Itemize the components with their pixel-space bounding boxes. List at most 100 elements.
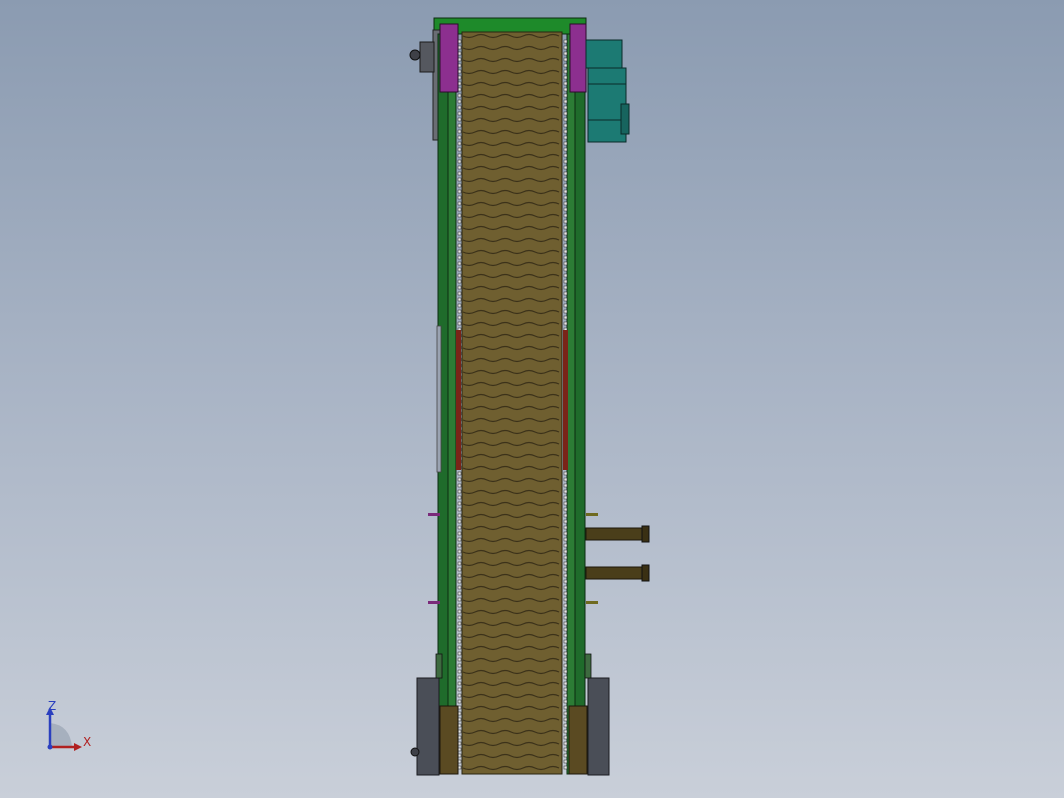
- chain-link: [457, 303, 462, 308]
- chain-link: [457, 699, 462, 704]
- support-rod-upper-cap: [641, 525, 650, 543]
- chain-link: [457, 309, 462, 314]
- chain-link: [457, 483, 462, 488]
- chain-link: [563, 525, 568, 530]
- base-left-tensioner: [439, 705, 459, 775]
- left-bracket-lower: [428, 601, 440, 604]
- chain-link: [563, 123, 568, 128]
- chain-link: [563, 597, 568, 602]
- chain-link: [563, 231, 568, 236]
- chain-link: [457, 189, 462, 194]
- chain-link: [457, 555, 462, 560]
- chain-link: [563, 243, 568, 248]
- chain-link: [563, 111, 568, 116]
- chain-link: [563, 261, 568, 266]
- chain-link: [563, 543, 568, 548]
- chain-link: [563, 687, 568, 692]
- chain-link: [457, 597, 462, 602]
- chain-link: [457, 561, 462, 566]
- chain-link: [563, 723, 568, 728]
- chain-link: [563, 213, 568, 218]
- chain-link: [457, 585, 462, 590]
- chain-link: [457, 105, 462, 110]
- chain-link: [563, 717, 568, 722]
- chain-link: [457, 285, 462, 290]
- chain-link: [563, 609, 568, 614]
- chain-link: [457, 129, 462, 134]
- chain-link: [563, 219, 568, 224]
- chain-link: [457, 243, 462, 248]
- chain-link: [563, 699, 568, 704]
- chain-link: [563, 87, 568, 92]
- chain-link: [457, 93, 462, 98]
- right-frame-rail-inner: [566, 33, 576, 775]
- chain-link: [563, 579, 568, 584]
- chain-link: [563, 69, 568, 74]
- chain-link: [563, 117, 568, 122]
- chain-link: [563, 75, 568, 80]
- chain-link: [563, 51, 568, 56]
- support-rod-upper: [585, 527, 645, 541]
- chain-link: [457, 693, 462, 698]
- chain-link: [457, 231, 462, 236]
- conveyor-model[interactable]: [0, 0, 1064, 798]
- chain-link: [457, 321, 462, 326]
- chain-link: [563, 321, 568, 326]
- chain-link: [563, 603, 568, 608]
- support-rod-lower-cap: [641, 564, 650, 582]
- left-side-panel: [436, 325, 442, 473]
- chain-link: [563, 573, 568, 578]
- chain-link: [563, 507, 568, 512]
- left-guide-strip: [456, 330, 461, 470]
- chain-link: [457, 135, 462, 140]
- chain-link: [457, 279, 462, 284]
- chain-link: [563, 477, 568, 482]
- chain-link: [563, 165, 568, 170]
- chain-link: [563, 747, 568, 752]
- chain-link: [563, 93, 568, 98]
- chain-link: [563, 153, 568, 158]
- right-bracket-upper: [586, 513, 598, 516]
- chain-link: [457, 543, 462, 548]
- chain-link: [457, 213, 462, 218]
- chain-link: [457, 237, 462, 242]
- chain-link: [563, 63, 568, 68]
- chain-link: [563, 513, 568, 518]
- right-guide-strip: [563, 330, 568, 470]
- chain-link: [563, 663, 568, 668]
- left-frame-rail-inner: [447, 33, 457, 775]
- chain-link: [563, 669, 568, 674]
- chain-link: [457, 117, 462, 122]
- chain-link: [563, 279, 568, 284]
- right-drive-plate: [569, 23, 587, 93]
- chain-link: [563, 183, 568, 188]
- chain-link: [457, 675, 462, 680]
- base-right-tensioner: [568, 705, 588, 775]
- chain-link: [563, 495, 568, 500]
- chain-link: [563, 81, 568, 86]
- chain-link: [457, 531, 462, 536]
- cad-viewport[interactable]: Z X: [0, 0, 1064, 798]
- chain-link: [563, 255, 568, 260]
- chain-link: [563, 267, 568, 272]
- gear-motor-body: [587, 67, 627, 143]
- support-rod-lower: [585, 566, 645, 580]
- chain-link: [563, 99, 568, 104]
- chain-link: [457, 525, 462, 530]
- chain-link: [563, 705, 568, 710]
- axis-triad: Z X: [40, 695, 100, 755]
- chain-link: [457, 645, 462, 650]
- chain-link: [457, 651, 462, 656]
- chain-link: [457, 201, 462, 206]
- chain-link: [457, 621, 462, 626]
- chain-link: [563, 57, 568, 62]
- chain-link: [457, 255, 462, 260]
- chain-link: [563, 273, 568, 278]
- left-bracket-upper: [428, 513, 440, 516]
- chain-link: [563, 681, 568, 686]
- chain-link: [563, 237, 568, 242]
- axis-origin: [47, 744, 53, 750]
- chain-link: [563, 567, 568, 572]
- chain-link: [563, 291, 568, 296]
- chain-link: [563, 309, 568, 314]
